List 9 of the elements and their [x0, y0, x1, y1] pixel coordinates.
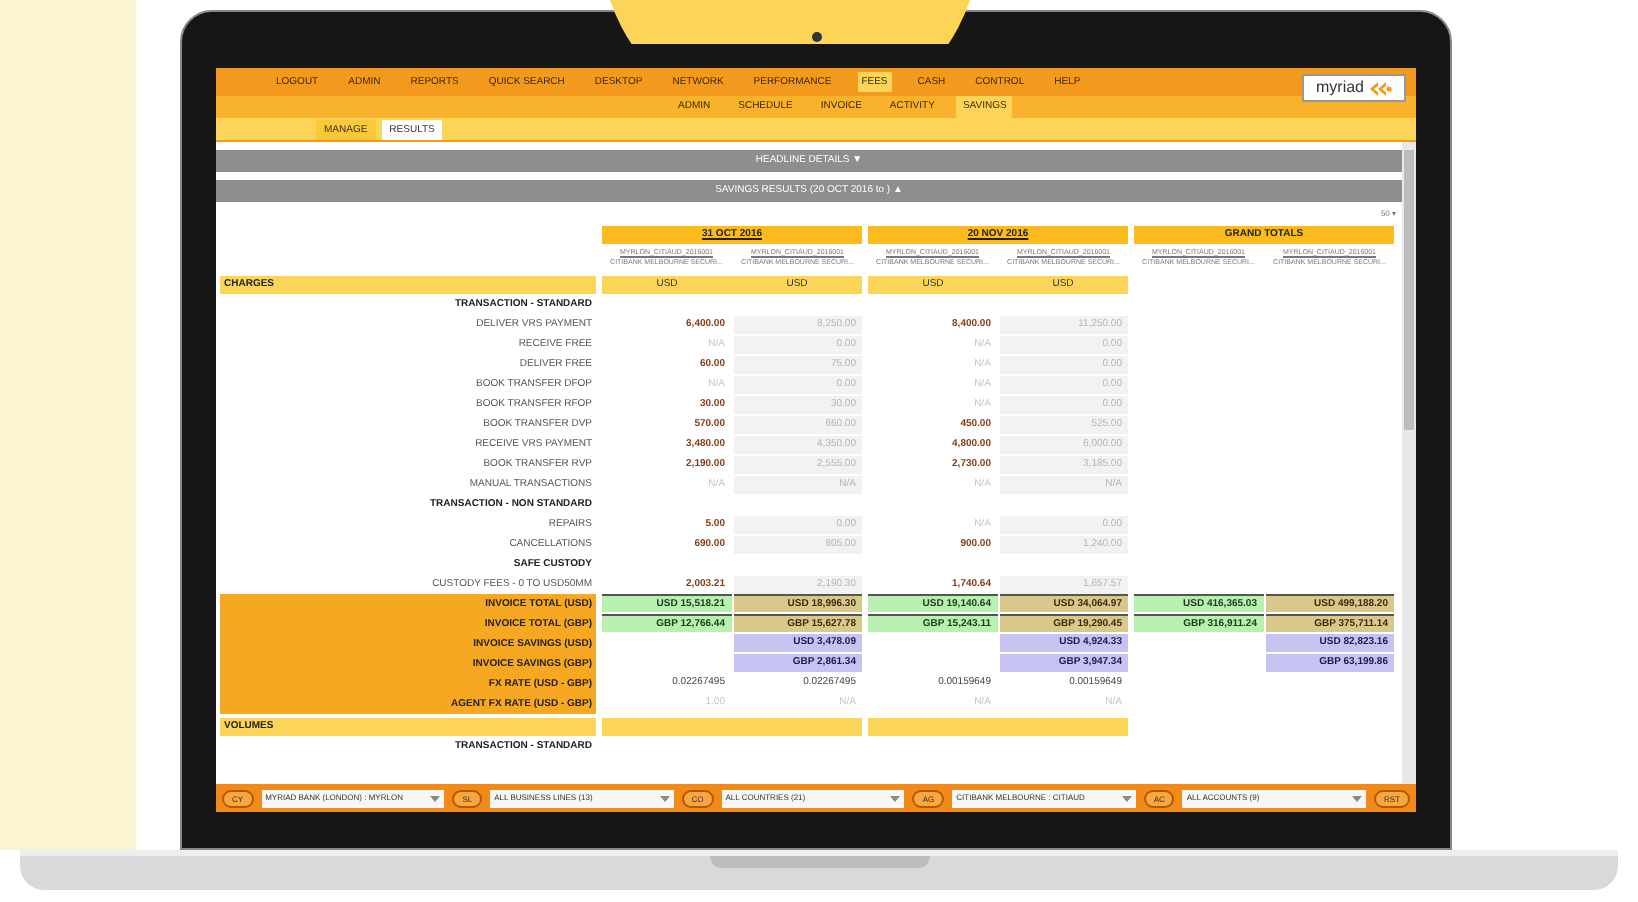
camera-icon — [812, 32, 822, 42]
caret-icon — [1121, 795, 1132, 801]
caret-icon — [1352, 795, 1363, 801]
caret-icon — [659, 795, 670, 801]
scrollbar[interactable] — [1402, 142, 1416, 784]
chevron-logo-icon — [1368, 79, 1392, 97]
caret-icon — [430, 795, 441, 801]
caret-icon — [890, 795, 901, 801]
logo: myriad — [1302, 74, 1406, 102]
